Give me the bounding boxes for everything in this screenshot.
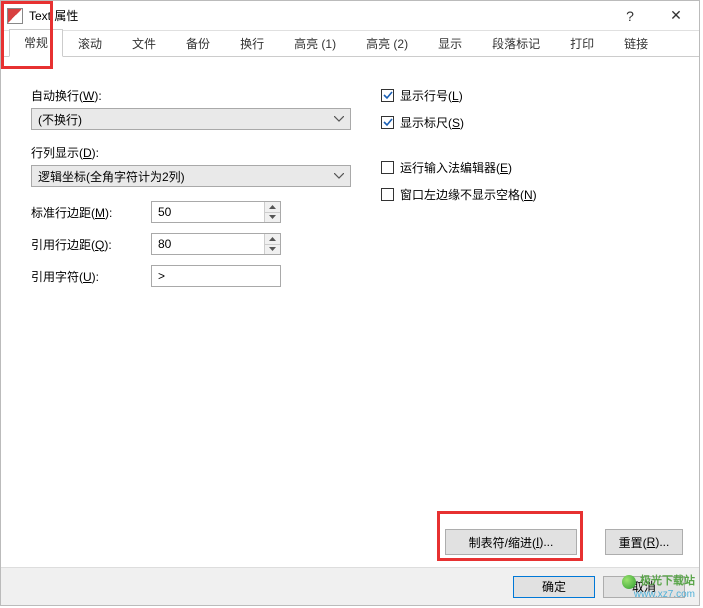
tab-print[interactable]: 打印 xyxy=(555,30,609,57)
show-line-no-checkbox[interactable] xyxy=(381,89,394,102)
std-margin-value: 50 xyxy=(152,202,264,222)
tab-file[interactable]: 文件 xyxy=(117,30,171,57)
quote-char-label: 引用字符(U): xyxy=(31,268,151,285)
std-margin-label: 标准行边距(M): xyxy=(31,204,151,221)
tab-backup[interactable]: 备份 xyxy=(171,30,225,57)
tab-paragraph[interactable]: 段落标记 xyxy=(477,30,555,57)
row-display-value: 逻辑坐标(全角字符计为2列) xyxy=(38,168,185,185)
ok-button[interactable]: 确定 xyxy=(513,576,595,598)
quote-margin-input[interactable]: 80 xyxy=(151,233,281,255)
cancel-button[interactable]: 取消 xyxy=(603,576,685,598)
row-display-label: 行列显示(D): xyxy=(31,144,351,161)
quote-margin-value: 80 xyxy=(152,234,264,254)
dialog-button-bar: 确定 取消 xyxy=(1,567,699,605)
auto-wrap-label: 自动换行(W): xyxy=(31,87,351,104)
spin-down-icon[interactable] xyxy=(265,244,280,255)
std-margin-input[interactable]: 50 xyxy=(151,201,281,223)
tab-wrap[interactable]: 换行 xyxy=(225,30,279,57)
spin-up-icon[interactable] xyxy=(265,234,280,244)
tab-link[interactable]: 链接 xyxy=(609,30,663,57)
auto-wrap-select[interactable]: (不换行) xyxy=(31,108,351,130)
tab-display[interactable]: 显示 xyxy=(423,30,477,57)
show-line-no-label: 显示行号(L) xyxy=(400,87,463,104)
window-title: Text 属性 xyxy=(29,7,78,24)
chevron-down-icon xyxy=(332,169,346,183)
close-button[interactable]: ✕ xyxy=(653,1,699,31)
tab-scroll[interactable]: 滚动 xyxy=(63,30,117,57)
chevron-down-icon xyxy=(332,112,346,126)
tab-bar: 常规 滚动 文件 备份 换行 高亮 (1) 高亮 (2) 显示 段落标记 打印 … xyxy=(1,31,699,57)
quote-margin-label: 引用行边距(Q): xyxy=(31,236,151,253)
tab-highlight2[interactable]: 高亮 (2) xyxy=(351,30,423,57)
row-display-select[interactable]: 逻辑坐标(全角字符计为2列) xyxy=(31,165,351,187)
app-icon xyxy=(7,8,23,24)
show-ruler-label: 显示标尺(S) xyxy=(400,114,464,131)
spin-down-icon[interactable] xyxy=(265,212,280,223)
tab-highlight1[interactable]: 高亮 (1) xyxy=(279,30,351,57)
no-left-space-checkbox[interactable] xyxy=(381,188,394,201)
reset-button[interactable]: 重置(R)... xyxy=(605,529,683,555)
tab-general[interactable]: 常规 xyxy=(9,29,63,57)
no-left-space-label: 窗口左边缘不显示空格(N) xyxy=(400,186,537,203)
auto-wrap-value: (不换行) xyxy=(38,111,82,128)
quote-char-value: > xyxy=(158,269,165,283)
tab-indent-button[interactable]: 制表符/缩进(I)... xyxy=(445,529,577,555)
spin-up-icon[interactable] xyxy=(265,202,280,212)
help-button[interactable]: ? xyxy=(607,1,653,31)
run-ime-label: 运行输入法编辑器(E) xyxy=(400,159,512,176)
run-ime-checkbox[interactable] xyxy=(381,161,394,174)
show-ruler-checkbox[interactable] xyxy=(381,116,394,129)
quote-char-input[interactable]: > xyxy=(151,265,281,287)
